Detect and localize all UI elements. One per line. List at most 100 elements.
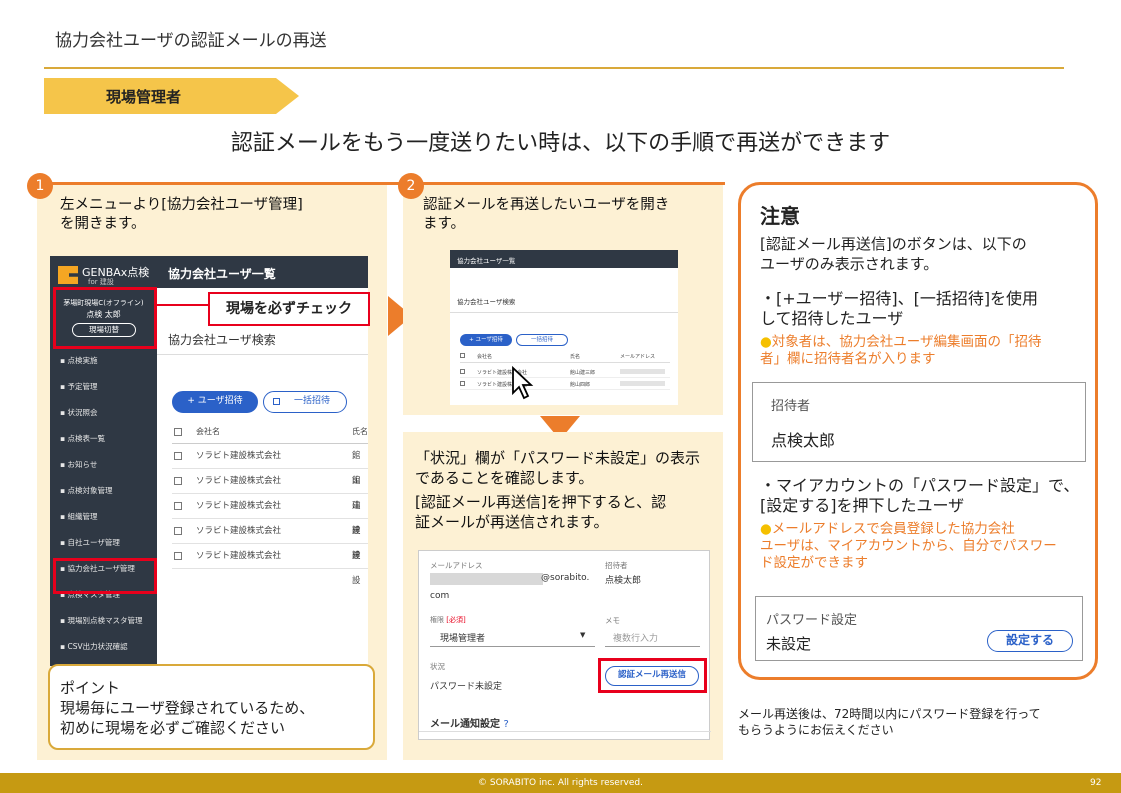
sidebar-item[interactable]: ▪ 現場別点検マスタ管理 bbox=[50, 608, 155, 634]
required-mark: [必須] bbox=[446, 616, 466, 624]
status-value: パスワード未設定 bbox=[430, 682, 503, 692]
sidebar-item[interactable]: ▪ 点検表一覧 bbox=[50, 426, 155, 452]
resend-highlight-box bbox=[598, 658, 707, 693]
select-all-checkbox[interactable] bbox=[174, 427, 182, 436]
help-icon[interactable]: ? bbox=[503, 719, 508, 730]
mini-divider bbox=[450, 312, 678, 313]
table-row[interactable]: ソラビト建設株式会社 館山 bbox=[172, 444, 368, 486]
page-title: 協力会社ユーザの認証メールの再送 bbox=[55, 31, 327, 51]
case1-tip-line2: 者」欄に招待者名が入ります bbox=[760, 351, 936, 367]
sidebar-item-label: 自社ユーザ管理 bbox=[67, 538, 120, 547]
sidebar-item-label: 状況照会 bbox=[67, 408, 98, 417]
after-note-line1: メール再送後は、72時間以内にパスワード登録を行って bbox=[738, 707, 1041, 721]
step3-text-line4: 証メールが再送信されます。 bbox=[415, 513, 609, 531]
sidebar-item[interactable]: ▪ CSV出力状況確認 bbox=[50, 634, 155, 660]
mini-search-title: 協力会社ユーザ検索 bbox=[457, 298, 516, 306]
sidebar-item[interactable]: ▪ 点検実施 bbox=[50, 348, 155, 374]
password-sample-label: パスワード設定 bbox=[766, 613, 858, 628]
step3-text-line3: [認証メール再送信]を押下すると、認 bbox=[415, 493, 667, 511]
case2-tip-line2: ユーザは、マイアカウントから、自分でパスワー bbox=[760, 538, 1057, 554]
set-password-button[interactable]: 設定する bbox=[987, 630, 1073, 652]
mini-select-all[interactable] bbox=[460, 353, 465, 358]
after-note-line2: もらうようにお伝えください bbox=[738, 723, 894, 737]
mini-bulk-button[interactable]: 一括招待 bbox=[516, 334, 568, 346]
step1-badge: 1 bbox=[27, 173, 53, 199]
row-company: ソラビト建設株式会社 bbox=[196, 451, 282, 461]
invite-user-button[interactable]: + ユーザ招待 bbox=[172, 391, 258, 413]
case1-line1: ・[+ユーザー招待]、[一括招待]を使用 bbox=[760, 289, 1039, 308]
sidebar-item-label: 点検実施 bbox=[67, 356, 98, 365]
step3-form-screenshot: メールアドレス @sorabito. com 招待者 点検太郎 権限 [必須] … bbox=[418, 550, 711, 740]
memo-label: メモ bbox=[605, 616, 620, 625]
row-company: ソラビト建設株式会社 bbox=[196, 501, 282, 511]
sidebar-item[interactable]: ▪ 状況照会 bbox=[50, 400, 155, 426]
memo-input[interactable]: 複数行入力 bbox=[605, 627, 700, 647]
mini-header-title: 協力会社ユーザ一覧 bbox=[457, 257, 516, 265]
page-number: 92 bbox=[1090, 778, 1102, 788]
row-checkbox[interactable] bbox=[174, 476, 182, 485]
table-row[interactable]: ソラビト建設株式会社 建設 bbox=[172, 494, 368, 536]
mini-row-name: 館山四郎 bbox=[570, 382, 591, 388]
mini-invite-button[interactable]: + ユーザ招待 bbox=[460, 334, 512, 346]
mail-redacted bbox=[430, 573, 543, 585]
lightbulb-icon: ● bbox=[760, 334, 772, 350]
note-title: 注意 bbox=[760, 204, 800, 228]
row-company: ソラビト建設株式会社 bbox=[196, 551, 282, 561]
step3-text-line2: であることを確認します。 bbox=[415, 469, 594, 487]
case2-line1: ・マイアカウントの「パスワード設定」で、 bbox=[760, 476, 1080, 495]
inviter-value: 点検太郎 bbox=[605, 576, 642, 586]
callout-connector bbox=[155, 304, 210, 306]
site-highlight-box bbox=[53, 287, 157, 349]
search-section-title: 協力会社ユーザ検索 bbox=[168, 333, 276, 347]
case1-tip-line1-text: 対象者は、協力会社ユーザ編集画面の「招待 bbox=[771, 334, 1042, 350]
search-divider bbox=[157, 354, 368, 355]
sidebar-item[interactable]: ▪ 予定管理 bbox=[50, 374, 155, 400]
sidebar-item-label: 点検対象管理 bbox=[67, 486, 113, 495]
table-row[interactable]: ソラビト建設株式会社 館山 bbox=[172, 469, 368, 511]
logo-icon bbox=[58, 266, 78, 284]
copy-icon bbox=[273, 398, 280, 405]
mini-table-row[interactable]: ソラビト建設株式会社 館山四郎 bbox=[460, 378, 670, 390]
bulk-invite-label: 一括招待 bbox=[293, 396, 330, 406]
mini-table-row[interactable]: ソラビト建設株式会社 館山建三郎 bbox=[460, 366, 670, 378]
row-checkbox[interactable] bbox=[174, 526, 182, 535]
step2-mini-screenshot: 協力会社ユーザ一覧 協力会社ユーザ検索 + ユーザ招待 一括招待 会社名 氏名 … bbox=[450, 250, 678, 405]
sidebar-item-label: 現場別点検マスタ管理 bbox=[67, 616, 143, 625]
mail-value: @sorabito. bbox=[541, 573, 590, 583]
mini-table-header: 会社名 氏名 メールアドレス bbox=[460, 351, 670, 363]
table-row[interactable]: ソラビト建設株式会社 建設 bbox=[172, 544, 368, 586]
row-checkbox[interactable] bbox=[174, 501, 182, 510]
sidebar-item[interactable]: ▪ 組織管理 bbox=[50, 504, 155, 530]
sidebar-item[interactable]: ▪ 自社ユーザ管理 bbox=[50, 530, 155, 556]
sidebar-item-label: CSV出力状況確認 bbox=[67, 642, 128, 651]
role-label: 権限 [必須] bbox=[430, 615, 466, 625]
sidebar-item[interactable]: ▪ 点検対象管理 bbox=[50, 478, 155, 504]
menu-highlight-box bbox=[53, 558, 157, 594]
row-checkbox[interactable] bbox=[174, 551, 182, 560]
role-select[interactable]: 現場管理者 ▼ bbox=[430, 627, 595, 647]
role-tab-label: 現場管理者 bbox=[106, 88, 182, 106]
mini-row-checkbox[interactable] bbox=[460, 381, 465, 386]
step3-text-line1: 「状況」欄が「パスワード未設定」の表示 bbox=[415, 449, 701, 467]
mini-col-company: 会社名 bbox=[477, 354, 493, 360]
inviter-label: 招待者 bbox=[605, 561, 628, 570]
case2-tip-line3: ド設定ができます bbox=[760, 555, 868, 571]
case2-tip-line1-text: メールアドレスで会員登録した協力会社 bbox=[771, 521, 1015, 537]
row-checkbox[interactable] bbox=[174, 451, 182, 460]
inviter-sample-value: 点検太郎 bbox=[771, 431, 836, 450]
point-line2: 初めに現場を必ずご確認ください bbox=[60, 719, 286, 737]
sidebar-item[interactable]: ▪ お知らせ bbox=[50, 452, 155, 478]
table-row[interactable]: ソラビト建設株式会社 建設 bbox=[172, 519, 368, 561]
case1-line2: して招待したユーザ bbox=[760, 309, 904, 328]
lightbulb-icon-2: ● bbox=[760, 521, 772, 537]
app-header-title: 協力会社ユーザ一覧 bbox=[168, 267, 276, 281]
mini-col-mail: メールアドレス bbox=[620, 354, 656, 360]
mini-row-checkbox[interactable] bbox=[460, 369, 465, 374]
check-site-callout: 現場を必ずチェック bbox=[208, 292, 370, 326]
note-intro-line1: [認証メール再送信]のボタンは、以下の bbox=[760, 235, 1027, 253]
point-line1: 現場毎にユーザ登録されているため、 bbox=[60, 699, 315, 717]
sidebar-item-label: 予定管理 bbox=[67, 382, 98, 391]
role-label-text: 権限 bbox=[430, 616, 444, 624]
sidebar-item-label: 組織管理 bbox=[67, 512, 98, 521]
app-logo-sub: for 建設 bbox=[88, 278, 114, 286]
